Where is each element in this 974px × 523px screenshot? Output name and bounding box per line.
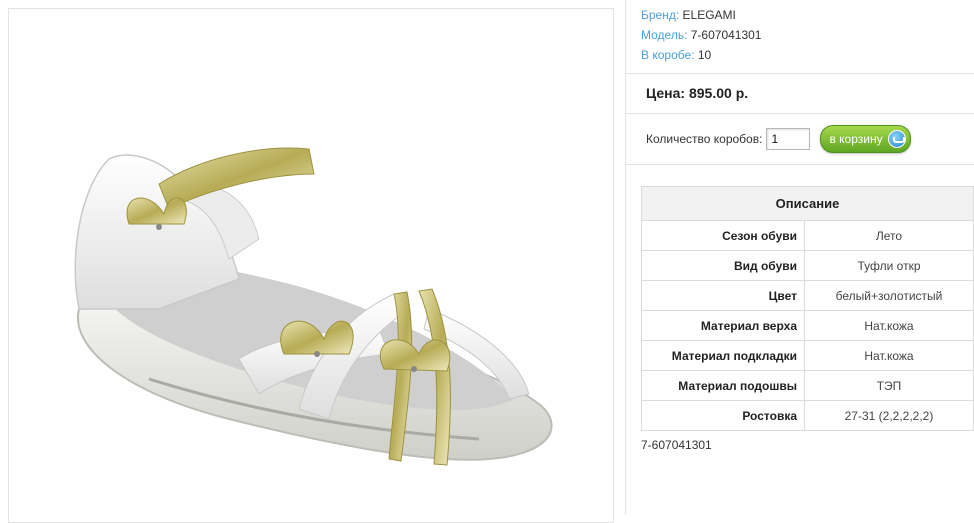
model-line: Модель: 7-607041301 — [641, 25, 761, 45]
spec-label: Цвет — [641, 280, 805, 311]
spec-value: Туфли откр — [804, 250, 974, 281]
spec-label: Материал подкладки — [641, 340, 805, 371]
order-row: Количество коробов: в корзину — [646, 125, 911, 153]
basket-icon — [887, 130, 906, 148]
brand-line: Бренд: ELEGAMI — [641, 5, 761, 25]
box-count-label: В коробе: — [641, 48, 695, 62]
spec-value: белый+золотистый — [804, 280, 974, 311]
table-row: Материал верха Нат.кожа — [641, 310, 974, 341]
add-to-cart-button[interactable]: в корзину — [820, 125, 911, 153]
brand-label: Бренд: — [641, 8, 680, 22]
model-value: 7-607041301 — [690, 28, 762, 42]
box-count-value: 10 — [697, 48, 712, 62]
table-row: Ростовка 27-31 (2,2,2,2,2) — [641, 400, 974, 431]
product-code: 7-607041301 — [641, 438, 712, 452]
brand-value: ELEGAMI — [682, 8, 736, 22]
spec-value: 27-31 (2,2,2,2,2) — [804, 400, 974, 431]
table-row: Вид обуви Туфли откр — [641, 250, 974, 281]
spec-label: Вид обуви — [641, 250, 805, 281]
price: Цена: 895.00 р. — [646, 85, 749, 101]
product-image[interactable] — [8, 8, 614, 523]
spec-label: Материал верха — [641, 310, 805, 341]
table-row: Материал подошвы ТЭП — [641, 370, 974, 401]
table-row: Материал подкладки Нат.кожа — [641, 340, 974, 371]
quantity-input[interactable] — [766, 128, 811, 150]
spec-value: ТЭП — [804, 370, 974, 401]
spec-value: Нат.кожа — [804, 310, 974, 341]
box-count-line: В коробе: 10 — [641, 45, 761, 65]
table-row: Сезон обуви Лето — [641, 220, 974, 251]
divider — [626, 113, 974, 114]
model-label: Модель: — [641, 28, 688, 42]
quantity-label: Количество коробов: — [646, 132, 763, 146]
spec-label: Ростовка — [641, 400, 805, 431]
product-meta: Бренд: ELEGAMI Модель: 7-607041301 В кор… — [641, 5, 761, 65]
spec-label: Материал подошвы — [641, 370, 805, 401]
spec-value: Лето — [804, 220, 974, 251]
table-row: Цвет белый+золотистый — [641, 280, 974, 311]
specs-table: Описание Сезон обуви Лето Вид обуви Туфл… — [641, 186, 974, 431]
specs-header: Описание — [641, 186, 974, 221]
divider — [626, 164, 974, 165]
spec-value: Нат.кожа — [804, 340, 974, 371]
add-to-cart-label: в корзину — [829, 132, 883, 146]
divider — [626, 73, 974, 74]
sandal-illustration — [74, 147, 553, 466]
spec-label: Сезон обуви — [641, 220, 805, 251]
column-divider — [625, 0, 626, 515]
